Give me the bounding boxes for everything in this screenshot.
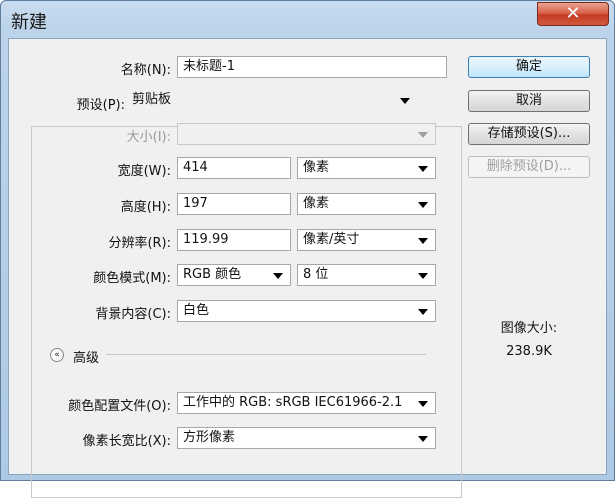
preset-select[interactable]: 剪贴板 [127, 90, 417, 112]
advanced-label: 高级 [73, 351, 100, 366]
pixel-aspect-label: 像素长宽比(X): [82, 434, 171, 449]
collapse-icon: « [54, 350, 60, 360]
dialog-title: 新建 [11, 12, 47, 33]
chevron-down-icon [418, 436, 428, 442]
chevron-down-icon [418, 166, 428, 172]
preset-label: 预设(P): [76, 98, 125, 113]
resolution-unit-value: 像素/英寸 [303, 232, 360, 247]
advanced-toggle-button[interactable]: « [50, 348, 64, 362]
name-label: 名称(N): [120, 63, 171, 78]
close-icon: ✕ [565, 3, 581, 24]
chevron-down-icon [418, 309, 428, 315]
advanced-divider [106, 354, 426, 355]
width-unit-value: 像素 [303, 160, 330, 175]
chevron-down-icon [273, 273, 283, 279]
width-label: 宽度(W): [117, 164, 171, 179]
height-unit-select[interactable]: 像素 [297, 193, 436, 215]
bit-depth-select[interactable]: 8 位 [297, 264, 436, 286]
height-unit-value: 像素 [303, 196, 330, 211]
width-unit-select[interactable]: 像素 [297, 157, 436, 179]
background-select[interactable]: 白色 [177, 300, 436, 322]
image-size-value: 238.9K [506, 344, 552, 359]
resolution-label: 分辨率(R): [108, 236, 171, 251]
height-label: 高度(H): [120, 200, 171, 215]
height-input[interactable]: 197 [177, 193, 291, 215]
color-profile-value: 工作中的 RGB: sRGB IEC61966-2.1 [183, 395, 403, 410]
dialog-body: 名称(N): 未标题-1 预设(P): 剪贴板 大小(I): 宽度(W): 41… [8, 38, 607, 498]
pixel-aspect-value: 方形像素 [183, 430, 236, 445]
background-value: 白色 [183, 303, 210, 318]
chevron-down-icon [418, 202, 428, 208]
image-size-label: 图像大小: [500, 321, 558, 336]
chevron-down-icon [418, 238, 428, 244]
save-preset-button[interactable]: 存储预设(S)... [468, 123, 590, 145]
chevron-down-icon [400, 98, 410, 104]
resolution-unit-select[interactable]: 像素/英寸 [297, 229, 436, 251]
color-mode-select[interactable]: RGB 颜色 [177, 264, 291, 286]
title-bar[interactable]: 新建 ✕ [1, 1, 614, 37]
width-input[interactable]: 414 [177, 157, 291, 179]
ok-button[interactable]: 确定 [468, 56, 590, 78]
close-button[interactable]: ✕ [537, 2, 609, 26]
color-profile-label: 颜色配置文件(O): [68, 399, 171, 414]
size-label: 大小(I): [126, 130, 171, 145]
chevron-down-icon [418, 132, 428, 138]
pixel-aspect-select[interactable]: 方形像素 [177, 427, 436, 449]
color-mode-value: RGB 颜色 [183, 267, 242, 282]
new-document-dialog: 新建 ✕ 名称(N): 未标题-1 预设(P): 剪贴板 大小(I): 宽度(W… [0, 0, 615, 498]
size-select [177, 123, 436, 145]
color-mode-label: 颜色模式(M): [93, 271, 171, 286]
resolution-input[interactable]: 119.99 [177, 229, 291, 251]
cancel-button[interactable]: 取消 [468, 90, 590, 112]
chevron-down-icon [418, 273, 428, 279]
color-profile-select[interactable]: 工作中的 RGB: sRGB IEC61966-2.1 [177, 392, 436, 414]
chevron-down-icon [418, 401, 428, 407]
delete-preset-button: 删除预设(D)... [468, 156, 590, 178]
name-input[interactable]: 未标题-1 [177, 56, 447, 78]
preset-value: 剪贴板 [132, 92, 172, 107]
bit-depth-value: 8 位 [303, 267, 329, 282]
background-label: 背景内容(C): [95, 307, 171, 322]
